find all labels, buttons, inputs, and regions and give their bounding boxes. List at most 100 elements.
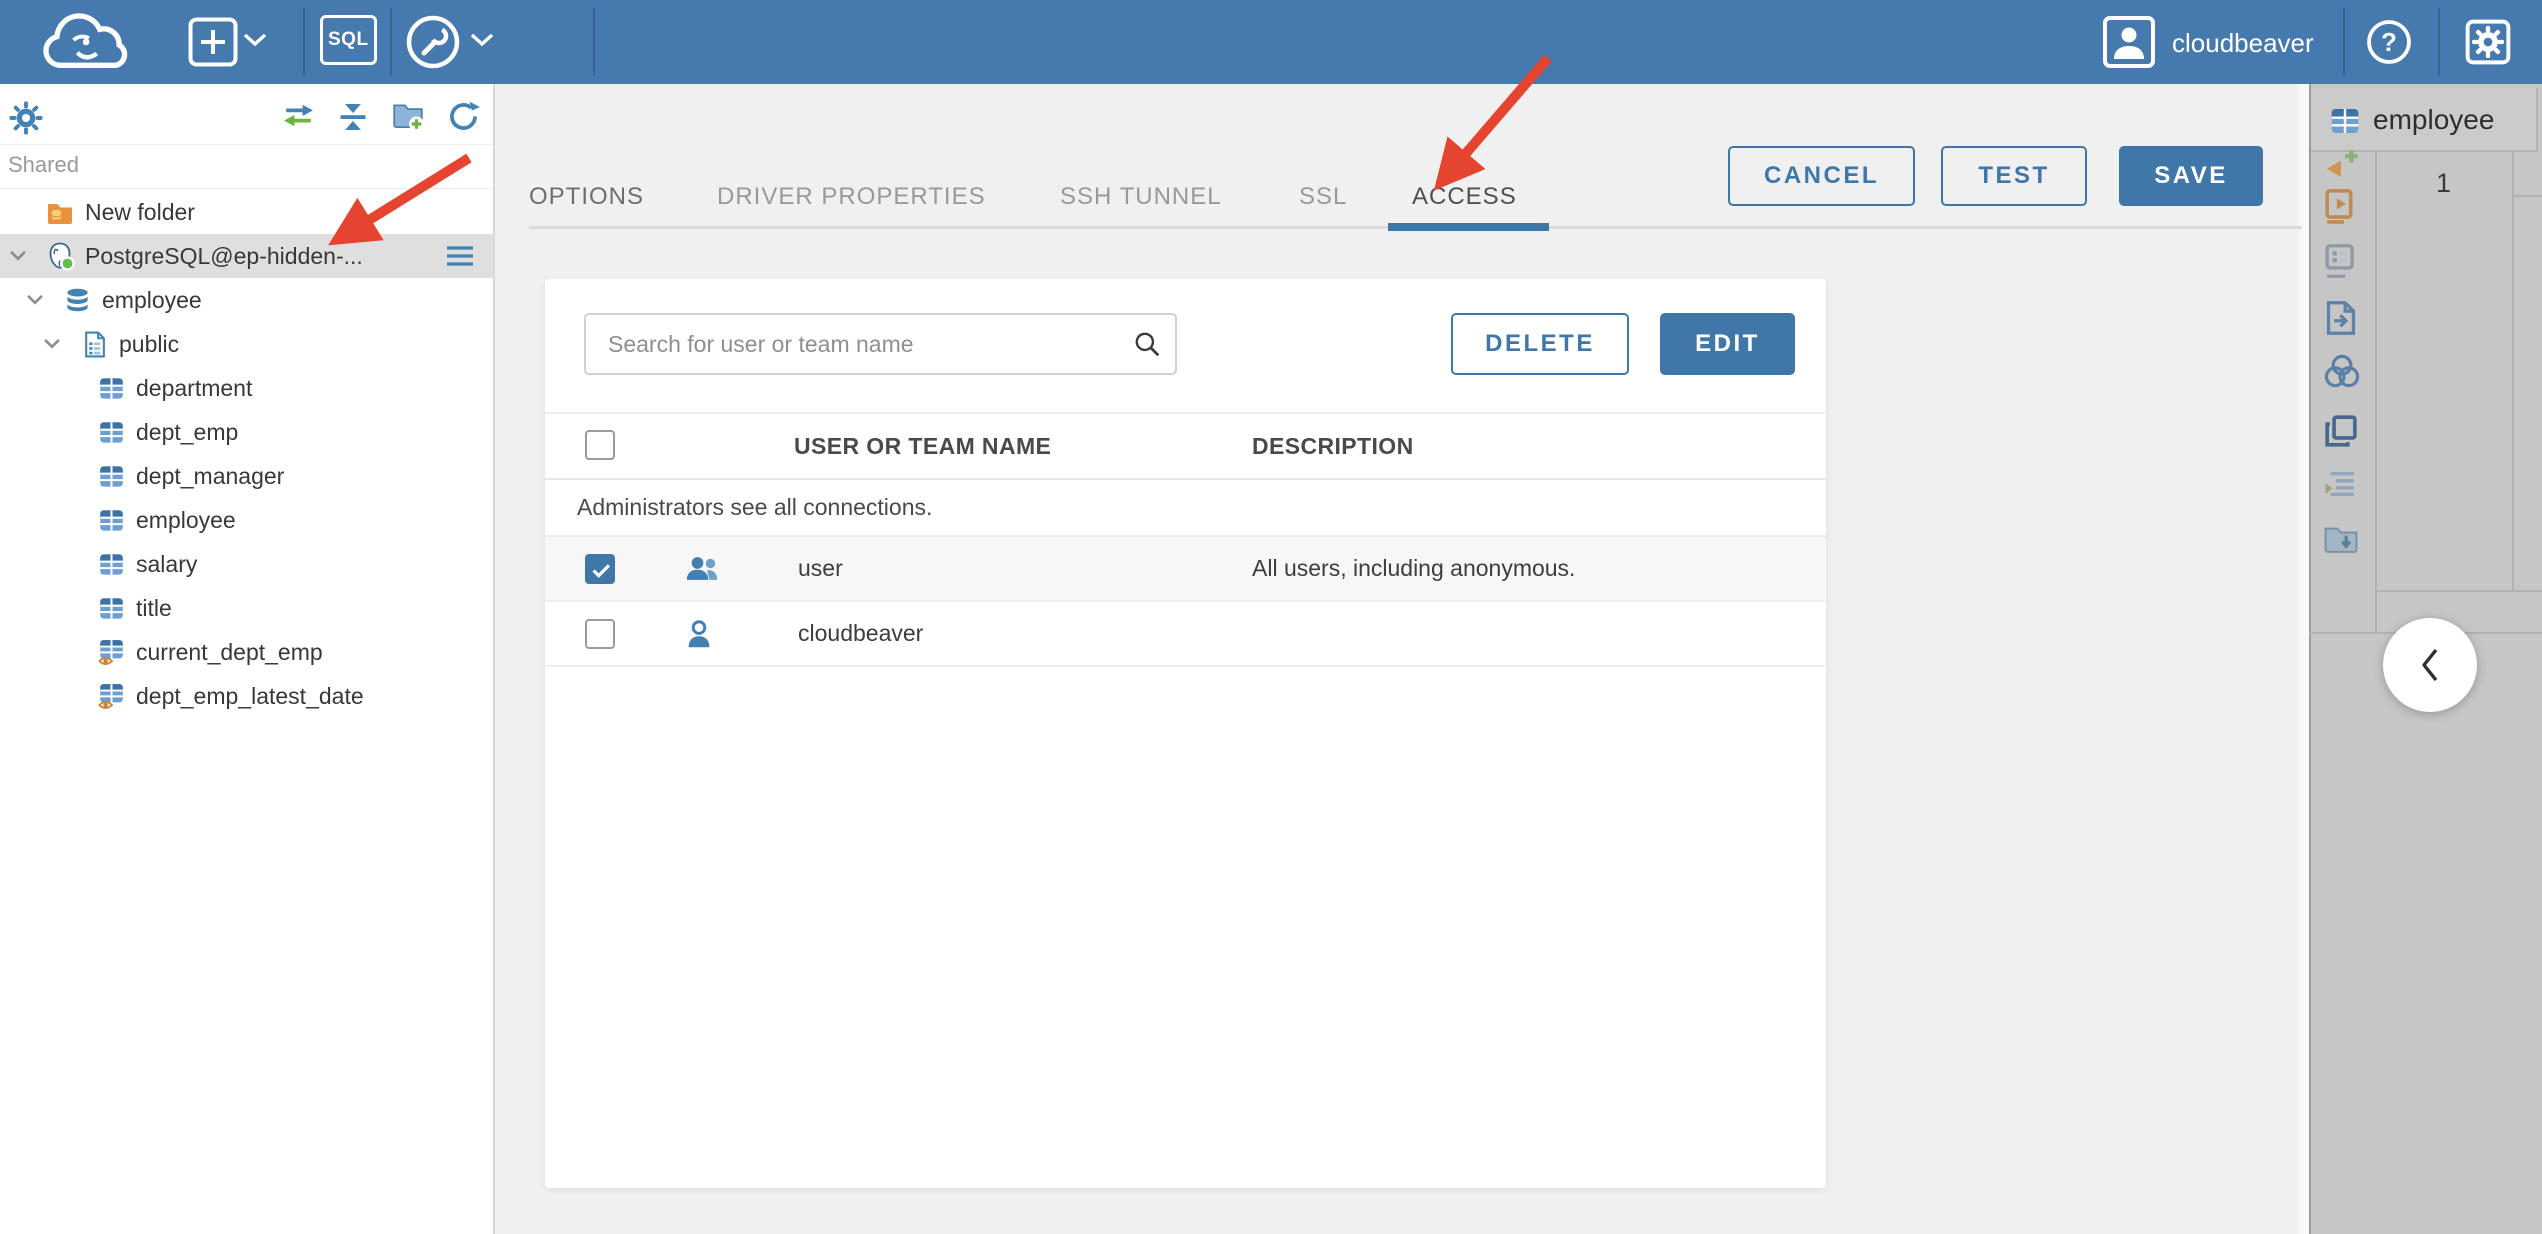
data-editor-panel: employee 1 <box>2309 84 2542 1234</box>
table-icon <box>96 507 126 534</box>
plus-icon <box>188 17 238 67</box>
header-divider <box>593 8 595 76</box>
grid-view-icon[interactable] <box>2323 243 2361 281</box>
app-header: SQL cloudbeaver ? <box>0 0 2542 84</box>
test-button[interactable]: TEST <box>1941 146 2087 206</box>
settings-button[interactable] <box>2462 16 2514 71</box>
duplicate-icon[interactable] <box>2323 413 2361 451</box>
tree-item-dept-emp-latest-date[interactable]: dept_emp_latest_date <box>0 674 493 718</box>
driver-manager-chevron[interactable] <box>470 33 494 50</box>
tree-item-employee[interactable]: employee <box>0 498 493 542</box>
save-button[interactable]: SAVE <box>2119 146 2263 206</box>
gear-icon <box>9 101 43 135</box>
new-connection-button[interactable] <box>188 17 238 70</box>
search-icon <box>1133 330 1161 363</box>
connection-settings-view: OPTIONS DRIVER PROPERTIES SSH TUNNEL SSL ACC… <box>495 84 2309 1234</box>
help-icon: ? <box>2367 20 2411 64</box>
cloudbeaver-logo[interactable] <box>30 7 148 82</box>
team-icon <box>684 553 718 587</box>
panel-edge <box>2309 84 2311 1234</box>
tree-item-postgresql-ep-hidden[interactable]: PostgreSQL@ep-hidden-... <box>0 234 493 278</box>
sql-editor-button[interactable]: SQL <box>320 15 377 65</box>
row-checkbox[interactable] <box>585 619 615 649</box>
edit-button[interactable]: EDIT <box>1660 313 1795 375</box>
driver-manager-button[interactable] <box>404 13 462 74</box>
table-icon <box>96 419 126 446</box>
tree-item-new-folder[interactable]: New folder <box>0 190 493 234</box>
collapse-panel-button[interactable] <box>2383 618 2477 712</box>
view-icon <box>96 638 126 667</box>
row-checkbox-checked[interactable] <box>585 554 615 584</box>
tree-item-public[interactable]: public <box>0 322 493 366</box>
table-icon <box>96 595 126 622</box>
divider <box>0 144 493 145</box>
grid-row-number: 1 <box>2435 168 2452 198</box>
tab-driver-properties[interactable]: DRIVER PROPERTIES <box>717 179 986 215</box>
access-row-cloudbeaver[interactable]: cloudbeaver <box>545 602 1826 667</box>
tab-label: employee <box>2373 104 2495 135</box>
tree-item-employee[interactable]: employee <box>0 278 493 322</box>
access-row-user[interactable]: user All users, including anonymous. <box>545 537 1826 602</box>
sql-icon: SQL <box>320 15 377 65</box>
help-button[interactable]: ? <box>2366 19 2412 68</box>
tree-item-label: employee <box>102 286 202 313</box>
add-folder-button[interactable] <box>391 100 425 135</box>
svg-text:?: ? <box>2381 27 2397 57</box>
header-divider <box>303 8 305 76</box>
grid-line <box>2375 152 2377 632</box>
tree-item-label: department <box>136 374 253 401</box>
user-menu-button[interactable] <box>2103 16 2155 71</box>
tab-ssl[interactable]: SSL <box>1299 179 1347 215</box>
tab-access[interactable]: ACCESS <box>1412 179 1517 215</box>
tree-item-label: public <box>119 330 180 357</box>
chevron-down-icon[interactable] <box>44 339 79 349</box>
connection-tree: New folder PostgreSQL@ep-hidden-... employ… <box>0 190 493 718</box>
tree-item-label: dept_emp <box>136 418 239 445</box>
chevron-down-icon <box>470 33 494 47</box>
tree-item-label: salary <box>136 550 198 577</box>
access-panel: DELETE EDIT USER OR TEAM NAME DESCRIPTIO… <box>545 279 1826 1188</box>
new-connection-chevron[interactable] <box>243 33 267 50</box>
tree-item-dept-manager[interactable]: dept_manager <box>0 454 493 498</box>
tree-item-dept-emp[interactable]: dept_emp <box>0 410 493 454</box>
chevron-down-icon[interactable] <box>27 295 62 305</box>
script-play-icon[interactable] <box>2323 188 2361 226</box>
grid-line <box>2375 590 2542 592</box>
tree-item-current-dept-emp[interactable]: current_dept_emp <box>0 630 493 674</box>
tab-employee-table[interactable]: employee <box>2311 88 2538 152</box>
postgresql-icon <box>45 241 75 271</box>
view-icon <box>96 682 126 711</box>
sidebar-toolbar <box>0 96 493 144</box>
hamburger-menu-icon[interactable] <box>445 245 475 272</box>
mock-data-icon[interactable] <box>2323 353 2361 391</box>
collapse-all-button[interactable] <box>336 100 370 137</box>
table-icon <box>96 375 126 402</box>
divider <box>0 188 493 189</box>
delete-button[interactable]: DELETE <box>1451 313 1629 375</box>
navigation-sidebar: Shared New folder PostgreSQL@ep-hidden-..… <box>0 84 495 1234</box>
save-folder-icon[interactable] <box>2323 523 2361 561</box>
user-box-icon <box>2103 16 2155 68</box>
select-all-checkbox[interactable] <box>585 430 615 460</box>
link-to-editor-button[interactable] <box>281 100 316 134</box>
tree-item-title[interactable]: title <box>0 586 493 630</box>
add-item-icon[interactable] <box>2323 148 2361 186</box>
active-tab-underline <box>1388 223 1549 231</box>
cancel-button[interactable]: CANCEL <box>1728 146 1915 206</box>
sidebar-section-label: Shared <box>8 152 79 177</box>
scrollbar-track[interactable] <box>2299 84 2309 1234</box>
tree-item-department[interactable]: department <box>0 366 493 410</box>
sidebar-settings-button[interactable] <box>8 100 44 139</box>
tab-options[interactable]: OPTIONS <box>529 179 644 215</box>
tab-ssh-tunnel[interactable]: SSH TUNNEL <box>1060 179 1222 215</box>
tree-item-salary[interactable]: salary <box>0 542 493 586</box>
export-data-icon[interactable] <box>2323 300 2361 338</box>
table-icon <box>2329 105 2361 142</box>
logs-icon[interactable] <box>2323 468 2361 506</box>
tree-item-label: PostgreSQL@ep-hidden-... <box>85 242 363 269</box>
chevron-down-icon[interactable] <box>10 251 45 261</box>
refresh-button[interactable] <box>447 100 480 136</box>
schema-icon <box>79 331 109 358</box>
folder-database-icon <box>45 200 75 225</box>
search-input[interactable] <box>584 313 1177 375</box>
